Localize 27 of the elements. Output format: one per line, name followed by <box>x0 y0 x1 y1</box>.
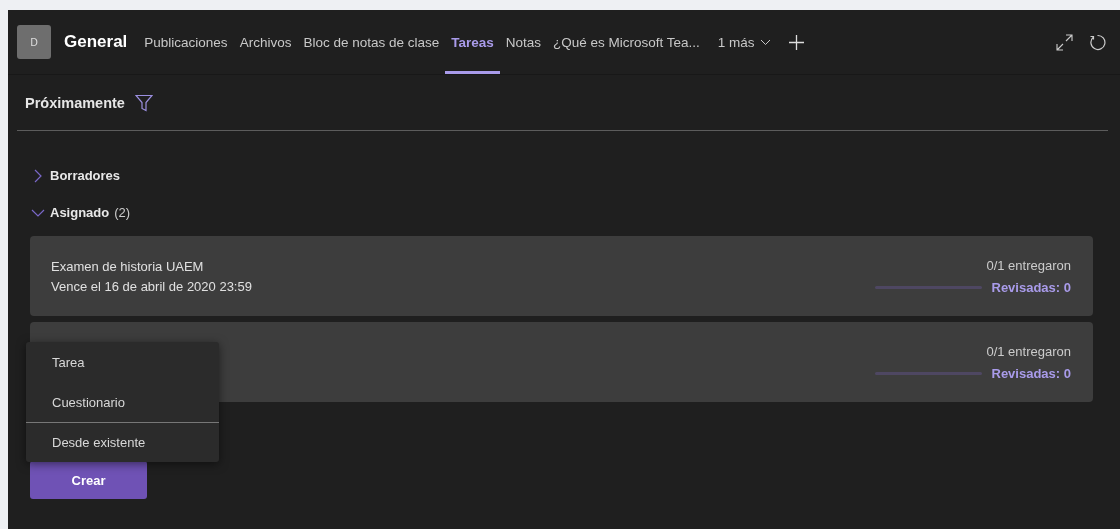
assignment-title: Examen de historia UAEM <box>51 258 205 274</box>
view-title: Próximamente <box>25 94 125 111</box>
channel-title: General <box>64 32 128 52</box>
refresh-icon[interactable] <box>1089 33 1106 51</box>
filter-icon[interactable] <box>134 93 153 112</box>
channel-tab[interactable]: ¿Qué es Microsoft Tea... <box>547 10 706 74</box>
channel-tab[interactable]: Publicaciones <box>138 10 234 74</box>
due-date: Vence el 16 de abril de 2020 23:59 <box>51 278 252 294</box>
team-avatar: D <box>17 25 51 59</box>
more-tabs-button[interactable]: 1 más <box>711 10 777 74</box>
turned-in-count: 0/1 entregaron <box>986 257 1071 273</box>
group-label[interactable]: Borradores <box>50 168 121 183</box>
channel-tab[interactable]: Archivos <box>233 10 298 74</box>
menu-item[interactable]: Desde existente <box>26 422 219 462</box>
group-count: (2) <box>114 205 131 220</box>
group-label[interactable]: Asignado <box>50 205 110 220</box>
assignment-card[interactable]: Examen de historia UAEM Vence el 16 de abril de 2020 23:59 0/1 entregaron Revisadas: 0 <box>30 236 1093 316</box>
channel-tab[interactable]: Notas <box>499 10 548 74</box>
channel-tab[interactable]: Bloc de notas de clase <box>297 10 446 74</box>
channel-tab[interactable]: Tareas <box>445 10 500 74</box>
create-button[interactable]: Crear <box>30 461 147 499</box>
expand-icon[interactable] <box>1056 33 1073 51</box>
turned-in-count: 0/1 entregaron <box>986 343 1071 359</box>
chevron-down-icon <box>759 38 771 46</box>
reviewed-count: Revisadas: 0 <box>991 365 1071 381</box>
add-tab-icon[interactable] <box>788 34 804 50</box>
reviewed-count: Revisadas: 0 <box>991 279 1071 295</box>
